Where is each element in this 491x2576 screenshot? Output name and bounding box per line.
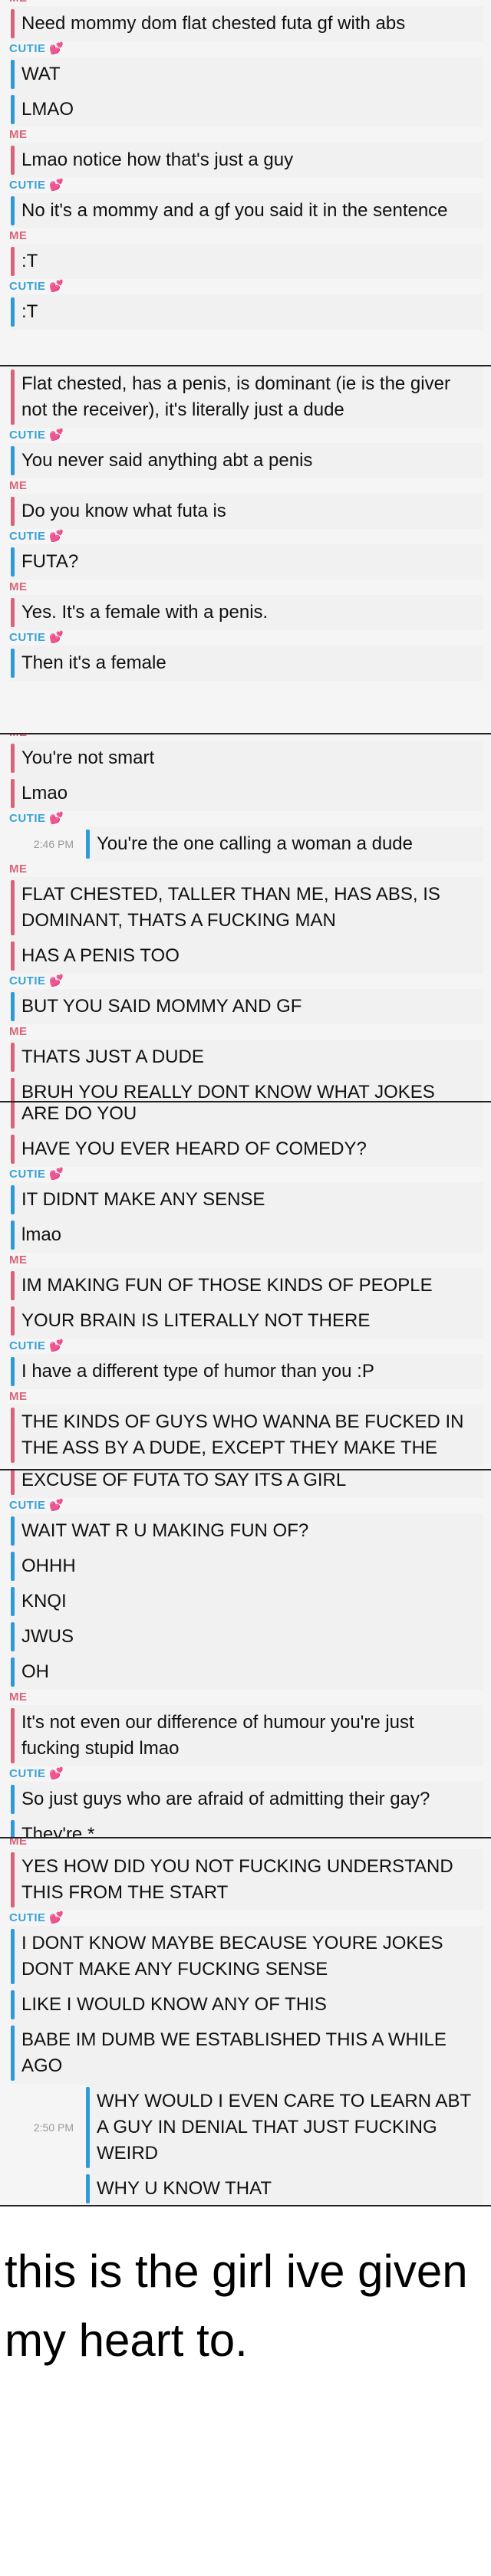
caption-text: this is the girl ive given my heart to.: [5, 2246, 468, 2366]
chat-message: FUTA?: [11, 544, 483, 580]
chat-message: So just guys who are afraid of admitting…: [11, 1782, 483, 1817]
chat-message: You're not smart: [11, 741, 483, 776]
chat-message: YES HOW DID YOU NOT FUCKING UNDERSTAND T…: [11, 1849, 483, 1911]
sender-label-me: ME: [0, 0, 491, 6]
sender-label-cutie: CUTIE 💕: [9, 1339, 64, 1352]
sender-label-me: ME: [9, 128, 28, 141]
sender-label-cutie: CUTIE 💕: [9, 530, 64, 543]
chat-message: IM MAKING FUN OF THOSE KINDS OF PEOPLE: [11, 1268, 483, 1303]
chat-message: WHY U KNOW THAT: [86, 2171, 483, 2205]
chat-message: THE KINDS OF GUYS WHO WANNA BE FUCKED IN…: [11, 1405, 483, 1466]
sender-label-me: ME: [9, 1838, 28, 1848]
chat-message: ARE DO YOU: [11, 1102, 483, 1132]
sender-label-me: ME: [9, 1691, 28, 1704]
sender-label-me: ME: [0, 734, 491, 741]
chat-message: KNQI: [11, 1584, 483, 1619]
sender-label-cutie: CUTIE 💕: [9, 179, 64, 192]
chat-message: HAVE YOU EVER HEARD OF COMEDY?: [11, 1132, 483, 1167]
sender-label-cutie: CUTIE 💕: [9, 429, 64, 442]
chat-panel-5: EXCUSE OF FUTA TO SAY ITS A GIRL CUTIE 💕…: [0, 1470, 491, 1838]
sender-label-cutie: CUTIE 💕: [9, 1911, 64, 1924]
chat-message: YOUR BRAIN IS LITERALLY NOT THERE: [11, 1303, 483, 1339]
sender-label-me: ME: [9, 479, 28, 492]
chat-message: WAIT WAT R U MAKING FUN OF?: [11, 1513, 483, 1549]
timed-message-row: 2:50 PM WHY WOULD I EVEN CARE TO LEARN A…: [0, 2084, 491, 2171]
chat-message: FLAT CHESTED, TALLER THAN ME, HAS ABS, I…: [11, 877, 483, 938]
chat-panel-3: ME You're not smart Lmao CUTIE 💕 2:46 PM…: [0, 734, 491, 1102]
chat-message: I have a different type of humor than yo…: [11, 1354, 483, 1389]
chat-message: Lmao notice how that's just a guy: [11, 143, 483, 178]
sender-label-me: ME: [9, 863, 28, 876]
sender-label-me: ME: [9, 1390, 28, 1403]
chat-message: EXCUSE OF FUTA TO SAY ITS A GIRL: [11, 1470, 483, 1498]
sender-label-me: ME: [9, 1254, 28, 1267]
chat-message: BABE IM DUMB WE ESTABLISHED THIS A WHILE…: [11, 2022, 483, 2084]
chat-message: Then it's a female: [11, 646, 483, 681]
message-timestamp: 2:50 PM: [33, 2121, 74, 2134]
sender-label-cutie: CUTIE 💕: [9, 974, 64, 987]
chat-message: LMAO: [11, 92, 483, 127]
sender-label-cutie: CUTIE 💕: [9, 1168, 64, 1181]
sender-label-cutie: CUTIE 💕: [9, 1499, 64, 1512]
chat-panel-2: Flat chested, has a penis, is dominant (…: [0, 366, 491, 734]
timed-message-row: 2:46 PM You're the one calling a woman a…: [0, 826, 491, 862]
timed-message-row: WHY U KNOW THAT: [0, 2171, 491, 2205]
chat-message: lmao: [11, 1217, 483, 1253]
sender-label-cutie: CUTIE 💕: [9, 280, 64, 293]
chat-message: IT DIDNT MAKE ANY SENSE: [11, 1182, 483, 1217]
chat-message: HAS A PENIS TOO: [11, 938, 483, 974]
chat-message: Do you know what futa is: [11, 494, 483, 529]
chat-message: It's not even our difference of humour y…: [11, 1705, 483, 1766]
caption-panel: this is the girl ive given my heart to.: [0, 2206, 491, 2576]
chat-message: BUT YOU SAID MOMMY AND GF: [11, 989, 483, 1024]
chat-message: They're *: [11, 1817, 483, 1837]
chat-message: You never said anything abt a penis: [11, 443, 483, 478]
chat-message: Need mommy dom flat chested futa gf with…: [11, 6, 483, 41]
chat-message: No it's a mommy and a gf you said it in …: [11, 193, 483, 228]
chat-message: :T: [11, 244, 483, 279]
sender-label-cutie: CUTIE 💕: [9, 42, 64, 55]
sender-label-cutie: CUTIE 💕: [9, 631, 64, 644]
chat-message: WAT: [11, 57, 483, 92]
chat-panel-1: ME Need mommy dom flat chested futa gf w…: [0, 0, 491, 366]
chat-message: Flat chested, has a penis, is dominant (…: [11, 366, 483, 428]
chat-message: JWUS: [11, 1619, 483, 1654]
sender-label-cutie: CUTIE 💕: [9, 812, 64, 825]
chat-message: OHHH: [11, 1549, 483, 1584]
message-timestamp: 2:46 PM: [33, 838, 74, 850]
chat-message: LIKE I WOULD KNOW ANY OF THIS: [11, 1987, 483, 2022]
chat-message: :T: [11, 294, 483, 330]
sender-label-me: ME: [9, 229, 28, 242]
sender-label-me: ME: [9, 1025, 28, 1038]
chat-message: WHY WOULD I EVEN CARE TO LEARN ABT A GUY…: [86, 2084, 483, 2171]
sender-label-me: ME: [9, 580, 28, 593]
chat-message: OH: [11, 1654, 483, 1690]
chat-message: I DONT KNOW MAYBE BECAUSE YOURE JOKES DO…: [11, 1926, 483, 1987]
chat-message: THATS JUST A DUDE: [11, 1040, 483, 1075]
chat-message: Lmao: [11, 776, 483, 811]
chat-message: BRUH YOU REALLY DONT KNOW WHAT JOKES: [11, 1075, 483, 1101]
sender-label-cutie: CUTIE 💕: [9, 1767, 64, 1780]
chat-message: Yes. It's a female with a penis.: [11, 595, 483, 630]
chat-message: You're the one calling a woman a dude: [86, 826, 483, 862]
chat-panel-6: ME YES HOW DID YOU NOT FUCKING UNDERSTAN…: [0, 1838, 491, 2206]
chat-panel-4: ARE DO YOU HAVE YOU EVER HEARD OF COMEDY…: [0, 1102, 491, 1470]
